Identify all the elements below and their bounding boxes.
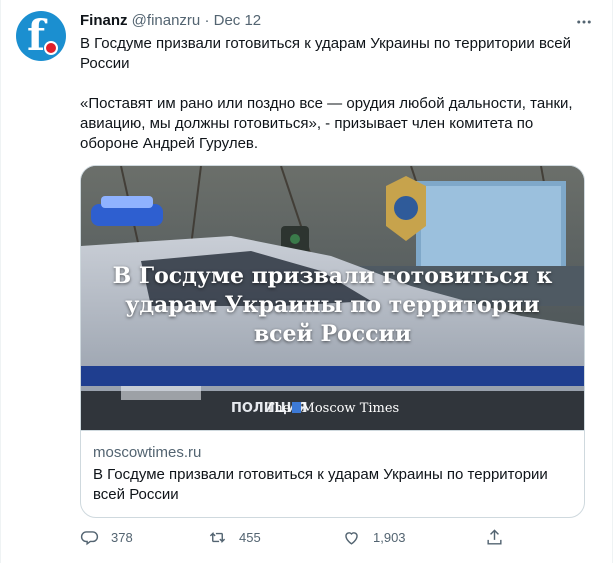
card-image: ПОЛИЦИЯ В Госдуме призвали готовиться к …	[81, 166, 584, 430]
card-title: В Госдуме призвали готовиться к ударам У…	[93, 466, 548, 503]
logo-prefix: The	[265, 401, 291, 416]
tweet-text-line2: «Поставят им рано или поздно все — оруди…	[80, 95, 573, 152]
moscow-times-logo: The Moscow Times	[81, 401, 584, 416]
tweet-text: В Госдуме призвали готовиться к ударам У…	[80, 34, 590, 154]
avatar[interactable]: f	[16, 11, 66, 61]
reply-button[interactable]: 378	[80, 528, 133, 547]
card-headline: В Госдуме призвали готовиться к ударам У…	[112, 263, 553, 347]
avatar-logo-dot	[44, 41, 58, 55]
share-icon	[487, 529, 502, 545]
author-name[interactable]: Finanz	[80, 12, 128, 29]
retweet-icon	[209, 531, 226, 544]
like-count: 1,903	[373, 530, 406, 545]
logo-mark-icon	[291, 402, 301, 413]
card-domain: moscowtimes.ru	[93, 444, 202, 461]
logo-name: Moscow Times	[301, 401, 400, 416]
link-card[interactable]: ПОЛИЦИЯ В Госдуме призвали готовиться к …	[80, 165, 585, 518]
retweet-count: 455	[239, 530, 261, 545]
card-info: moscowtimes.ru В Госдуме призвали готови…	[81, 430, 584, 505]
like-icon	[345, 532, 358, 545]
meta-separator: ·	[204, 12, 210, 29]
tweet-header: Finanz @finanzru · Dec 12	[80, 11, 261, 31]
avatar-logo-letter: f	[27, 11, 46, 60]
tweet-actions: 378 455 1,903	[80, 528, 510, 552]
more-button[interactable]	[574, 12, 594, 32]
share-button[interactable]	[485, 528, 516, 547]
more-horizontal-icon	[577, 20, 591, 24]
tweet-date[interactable]: Dec 12	[214, 12, 262, 29]
retweet-button[interactable]: 455	[208, 528, 261, 547]
author-handle[interactable]: @finanzru	[132, 12, 201, 29]
like-button[interactable]: 1,903	[342, 528, 406, 547]
tweet[interactable]: f Finanz @finanzru · Dec 12 В Госдуме пр…	[0, 0, 613, 563]
reply-icon	[80, 531, 99, 546]
tweet-text-line1: В Госдуме призвали готовиться к ударам У…	[80, 35, 572, 72]
reply-count: 378	[111, 530, 133, 545]
